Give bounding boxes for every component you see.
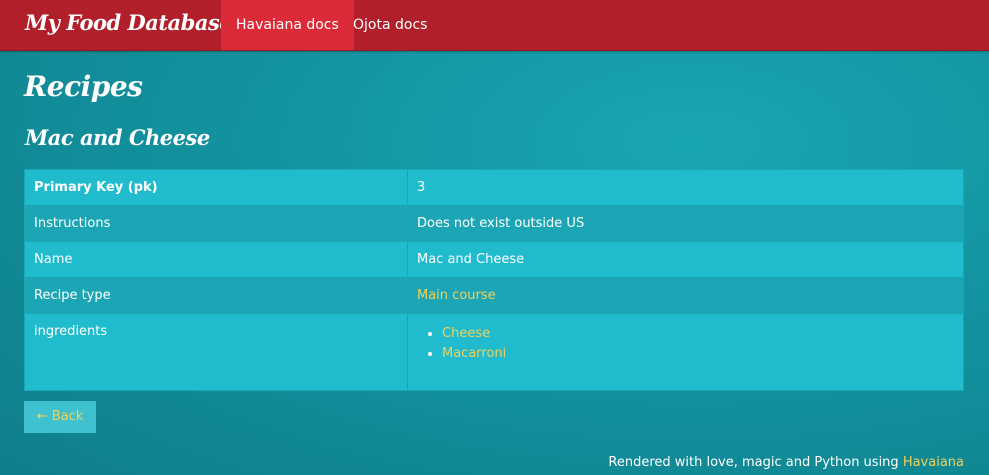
ingredient-link-macarroni[interactable]: Macarroni bbox=[442, 346, 506, 361]
table-key-cell: Recipe type bbox=[24, 277, 408, 314]
table-row: Instructions Does not exist outside US bbox=[24, 205, 964, 242]
table-key-cell: Primary Key (pk) bbox=[24, 169, 408, 206]
nav-link-havaiana-docs[interactable]: Havaiana docs bbox=[221, 0, 354, 50]
table-value-cell: Cheese Macarroni bbox=[407, 313, 964, 391]
ingredient-list: Cheese Macarroni bbox=[417, 324, 954, 364]
table-value-cell: Does not exist outside US bbox=[407, 205, 964, 242]
page-title: Recipes bbox=[24, 70, 143, 103]
table-row: Name Mac and Cheese bbox=[24, 241, 964, 278]
footer: Rendered with love, magic and Python usi… bbox=[608, 455, 964, 470]
list-item: Macarroni bbox=[442, 344, 954, 364]
ingredient-link-cheese[interactable]: Cheese bbox=[442, 326, 490, 341]
table-key-cell: Name bbox=[24, 241, 408, 278]
table-row: Primary Key (pk) 3 bbox=[24, 169, 964, 206]
recipe-title: Mac and Cheese bbox=[25, 125, 210, 150]
table-value-cell: 3 bbox=[407, 169, 964, 206]
table-row: Recipe type Main course bbox=[24, 277, 964, 314]
recipe-type-link[interactable]: Main course bbox=[417, 288, 496, 303]
table-value-cell: Mac and Cheese bbox=[407, 241, 964, 278]
table-key-cell: ingredients bbox=[24, 313, 408, 391]
table-key-cell: Instructions bbox=[24, 205, 408, 242]
recipe-detail-table: Primary Key (pk) 3 Instructions Does not… bbox=[24, 169, 964, 391]
back-button[interactable]: ← Back bbox=[24, 401, 96, 433]
nav-link-ojota-docs[interactable]: Ojota docs bbox=[338, 0, 442, 50]
list-item: Cheese bbox=[442, 324, 954, 344]
brand-logo[interactable]: My Food Database bbox=[25, 10, 233, 35]
footer-text: Rendered with love, magic and Python usi… bbox=[608, 455, 903, 470]
footer-havaiana-link[interactable]: Havaiana bbox=[903, 455, 964, 470]
navbar: My Food Database Havaiana docs Ojota doc… bbox=[0, 0, 989, 51]
table-value-cell: Main course bbox=[407, 277, 964, 314]
table-row: ingredients Cheese Macarroni bbox=[24, 313, 964, 391]
